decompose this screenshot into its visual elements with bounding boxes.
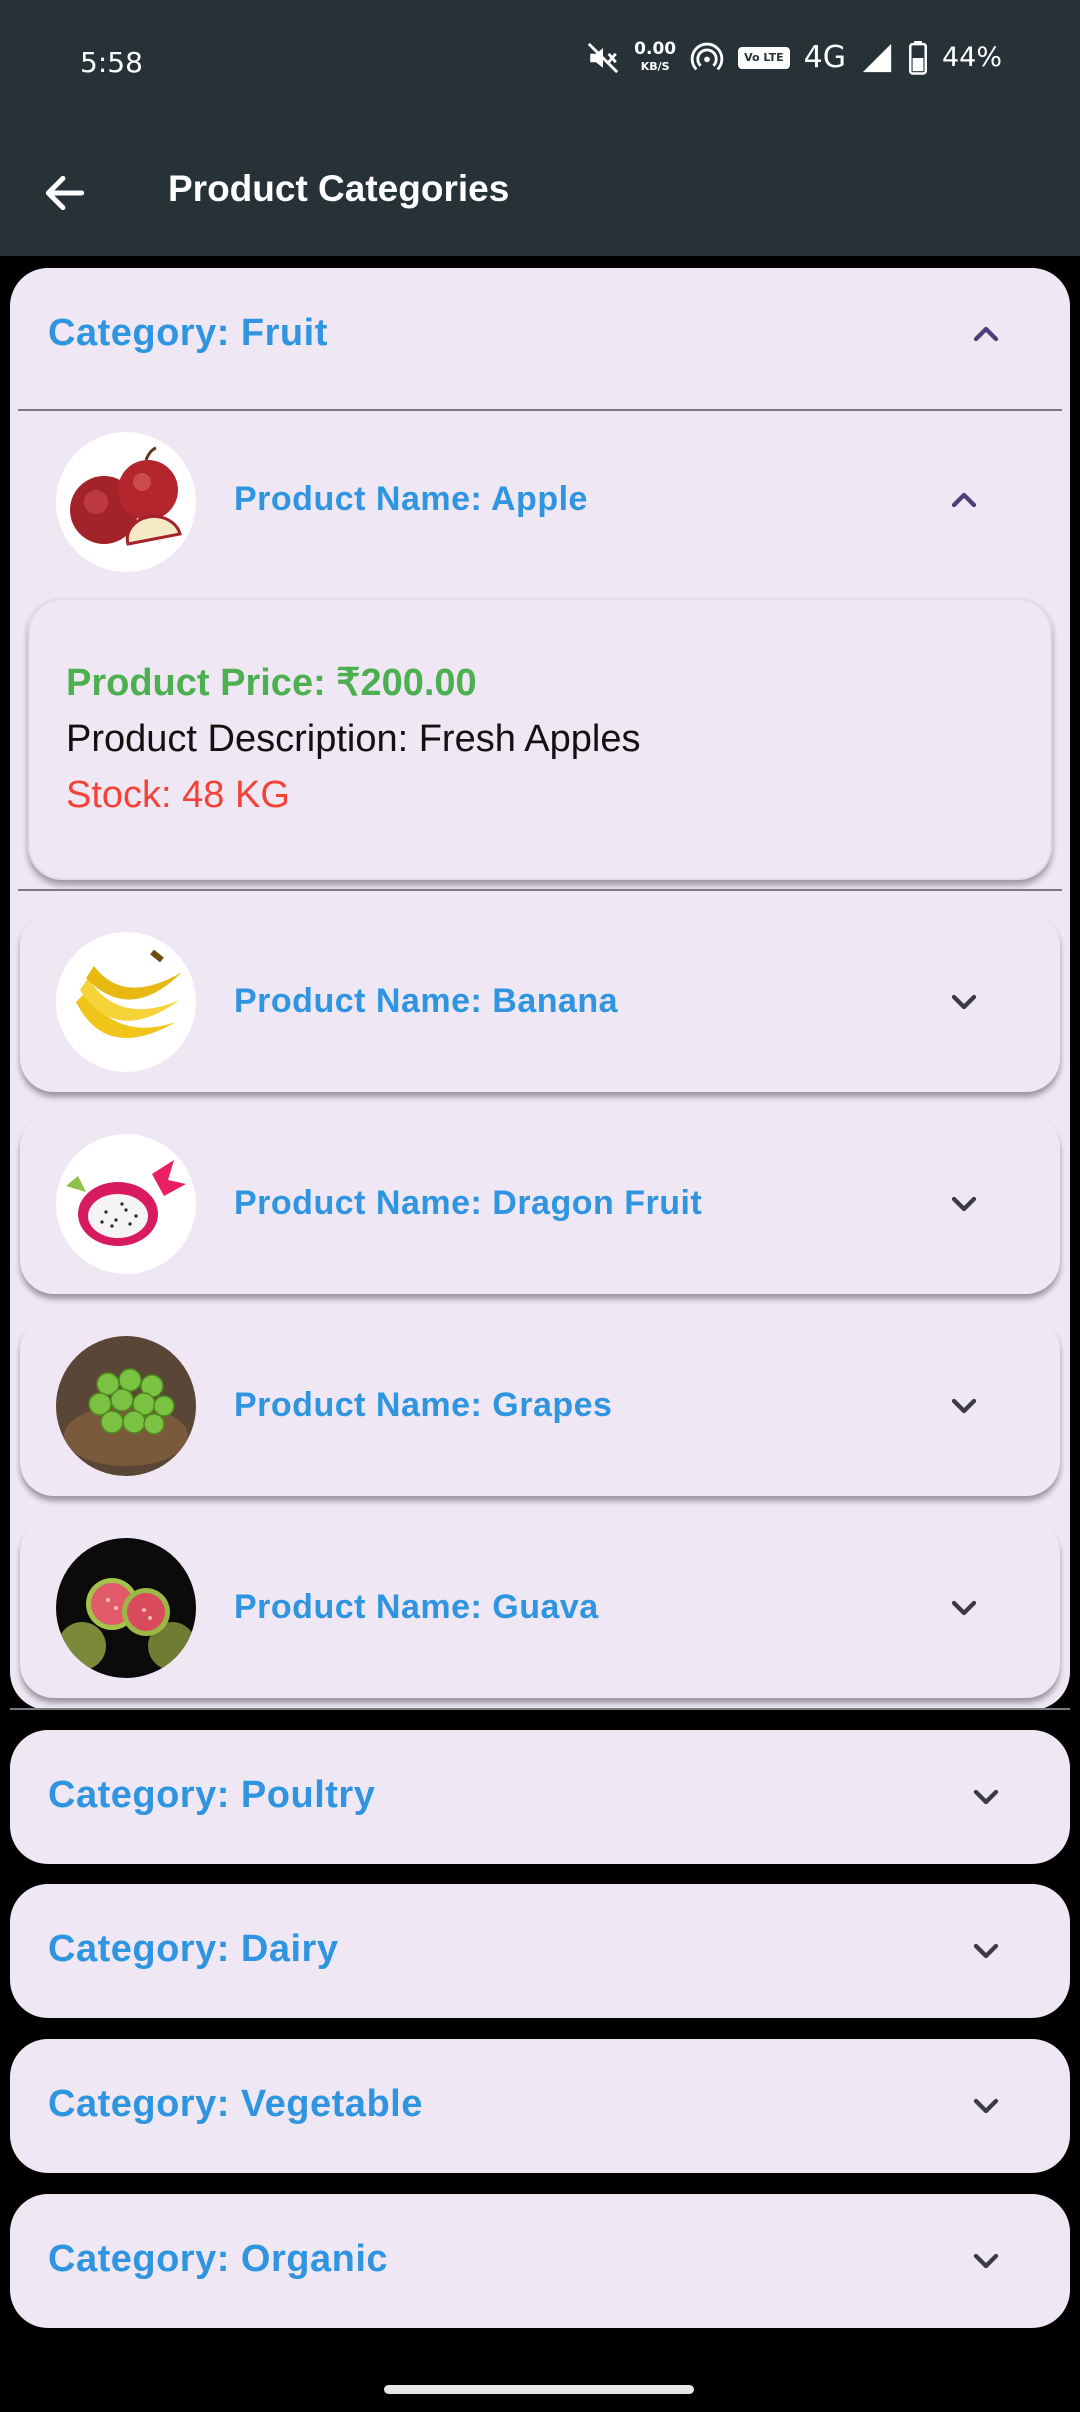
chevron-down-icon[interactable] [944, 1386, 984, 1426]
product-item-dragon-fruit[interactable]: Product Name: Dragon Fruit [20, 1114, 1060, 1294]
product-item-grapes[interactable]: Product Name: Grapes [20, 1316, 1060, 1496]
status-icons: 0.00 KB/S Vo LTE 4G 44% [586, 40, 1002, 75]
signal-icon [862, 43, 892, 72]
category-title-vegetable: Category: Vegetable [48, 2083, 423, 2125]
category-divider [18, 409, 1062, 411]
chevron-down-icon[interactable] [966, 1777, 1006, 1817]
volte-icon: Vo LTE [738, 46, 790, 69]
mute-icon [588, 42, 619, 73]
net-speed-value: 0.00 [634, 38, 677, 59]
category-divider [10, 1708, 1070, 1710]
dragon-fruit-image [56, 1134, 196, 1274]
product-name-dragon-fruit: Product Name: Dragon Fruit [234, 1184, 703, 1222]
category-panel-dairy[interactable]: Category: Dairy [10, 1884, 1070, 2018]
chevron-down-icon[interactable] [966, 1931, 1006, 1971]
product-description: Product Description: Fresh Apples [66, 718, 641, 760]
category-title-organic: Category: Organic [48, 2238, 389, 2280]
product-name-banana: Product Name: Banana [234, 982, 619, 1020]
net-speed: 0.00 KB/S [634, 38, 677, 75]
product-divider [18, 889, 1062, 891]
chevron-down-icon[interactable] [944, 1184, 984, 1224]
battery-icon [909, 40, 927, 75]
grapes-image [56, 1336, 196, 1476]
chevron-up-icon[interactable] [944, 480, 984, 520]
chevron-down-icon[interactable] [944, 1588, 984, 1628]
category-title-poultry: Category: Poultry [48, 1774, 376, 1816]
guava-image [56, 1538, 196, 1678]
page-title: Product Categories [168, 168, 510, 209]
product-details-apple: Product Price: ₹200.00 Product Descripti… [28, 598, 1052, 880]
product-price: Product Price: ₹200.00 [66, 662, 477, 704]
chevron-down-icon[interactable] [966, 2241, 1006, 2281]
net-speed-unit: KB/S [640, 59, 670, 73]
app-bar: Product Categories [0, 130, 1080, 256]
chevron-down-icon[interactable] [944, 982, 984, 1022]
product-name-guava: Product Name: Guava [234, 1588, 599, 1626]
product-name-grapes: Product Name: Grapes [234, 1386, 613, 1424]
chevron-up-icon[interactable] [966, 314, 1006, 354]
product-item-guava[interactable]: Product Name: Guava [20, 1518, 1060, 1698]
product-stock: Stock: 48 KG [66, 774, 290, 816]
apple-image [56, 432, 196, 572]
chevron-down-icon[interactable] [966, 2086, 1006, 2126]
category-panel-poultry[interactable]: Category: Poultry [10, 1730, 1070, 1864]
product-item-banana[interactable]: Product Name: Banana [20, 912, 1060, 1092]
battery-level: 44% [941, 42, 1002, 73]
back-arrow-icon[interactable] [40, 168, 90, 218]
network-type: 4G [803, 40, 846, 75]
product-name-apple: Product Name: Apple [234, 480, 588, 518]
category-panel-organic[interactable]: Category: Organic [10, 2194, 1070, 2328]
hotspot-icon [690, 42, 724, 70]
category-title-dairy: Category: Dairy [48, 1928, 339, 1970]
category-panel-vegetable[interactable]: Category: Vegetable [10, 2039, 1070, 2173]
status-bar: 5:58 0.00 KB/S Vo LTE 4G 44% [0, 0, 1080, 130]
category-header-fruit[interactable]: Category: Fruit [10, 268, 1070, 410]
category-title-fruit: Category: Fruit [48, 312, 328, 354]
gesture-nav-handle[interactable] [384, 2385, 694, 2394]
status-time: 5:58 [80, 46, 143, 79]
product-header-apple[interactable]: Product Name: Apple [20, 412, 1060, 590]
banana-image [56, 932, 196, 1072]
